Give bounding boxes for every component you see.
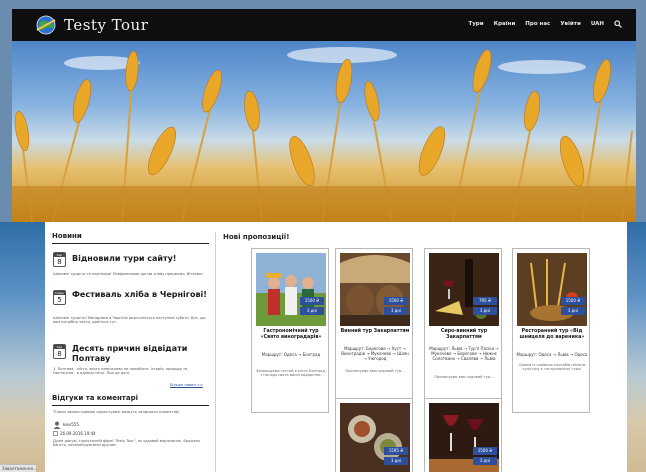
user-icon (53, 421, 61, 429)
tour-card[interactable]: 1500 ₴ 3 дні (424, 398, 502, 472)
background-sea-left (0, 222, 45, 472)
tour-route: Маршрут: Одеса → Болград (261, 352, 321, 357)
news-item[interactable]: Sep 8 Десять причин відвідати Полтаву 1.… (46, 342, 215, 394)
news-title[interactable]: Десять причин відвідати Полтаву (72, 344, 208, 364)
price-badge: 1595 ₴ (384, 447, 408, 455)
tour-card[interactable]: 1500 ₴ 3 дні Гастрономічний тур «Свято в… (251, 248, 329, 413)
tour-title[interactable]: Винний тур Закарпаттям (339, 329, 411, 335)
browser-status-bar: Завантаження... (0, 464, 37, 472)
tour-card[interactable]: 795 ₴ 3 дні Сиро-винний тур Закарпаттям … (424, 248, 502, 413)
reviews-heading: Відгуки та коментарі (52, 394, 138, 402)
logo-text[interactable]: Testy Tour (64, 16, 148, 34)
review-date: 26.09.2016 19:44 (60, 430, 96, 436)
nav-currency[interactable]: UAH (591, 21, 604, 27)
duration-badge: 3 дні (384, 457, 408, 465)
duration-badge: 3 дні (300, 307, 324, 315)
tour-description: Пропонуємо вам чудовий тур... (345, 369, 405, 373)
sidebar: Новини Sep 8 Відновили тури сайту! Шанов… (46, 232, 216, 472)
news-body: Шановні туристи! Мандрівка в Чернігів ро… (53, 316, 206, 325)
tour-title[interactable]: Гастрономічний тур «Свято виноградарів» (255, 329, 327, 340)
tour-description: Запрошуємо гостей в місто Болград, з наг… (256, 369, 326, 378)
reviews-note: Тільки зареєстровані користувачі можуть … (53, 409, 180, 414)
hero-banner-wheat (12, 41, 636, 222)
tour-card[interactable]: 1500 ₴ 3 дні Винний тур Закарпаттям Марш… (335, 248, 413, 413)
tour-card[interactable]: 1595 ₴ 3 дні (335, 398, 413, 472)
nav-login[interactable]: Увійти (560, 21, 581, 27)
offers-heading: Нові пропозиції! (223, 233, 290, 241)
news-item[interactable]: Sep 8 Відновили тури сайту! Шановні тури… (46, 250, 215, 288)
duration-badge: 3 дні (473, 307, 497, 315)
tour-description: Одним із чарівних способів пізнати культ… (518, 363, 586, 372)
news-title[interactable]: Фестиваль хліба в Чернігові! (72, 290, 208, 300)
news-title[interactable]: Відновили тури сайту! (72, 254, 176, 264)
review-text: Дуже дякую, туристичній фірмі "Testy Tou… (53, 438, 201, 447)
background-sea-right (627, 222, 646, 472)
review-date-row: 26.09.2016 19:44 (53, 431, 209, 436)
content-panel: Новини Sep 8 Відновили тури сайту! Шанов… (45, 222, 627, 472)
tour-title[interactable]: Сиро-винний тур Закарпаттям (428, 329, 500, 340)
tour-route: Маршрут: Одеса → Львів → Одеса (516, 352, 588, 357)
calendar-icon: Sep 8 (53, 344, 66, 359)
tour-description: Пропонуємо вам чудовий тур... (434, 375, 494, 379)
price-badge: 1500 ₴ (473, 447, 497, 455)
price-badge: 1500 ₴ (561, 297, 585, 305)
divider (52, 243, 209, 244)
review-author-row: kiev555 (53, 421, 209, 429)
tour-image-winery[interactable] (340, 253, 410, 326)
tour-route: Маршрут: Берегове → Хуст → Виноградів → … (341, 346, 409, 361)
tour-title[interactable]: Ресторанний тур «Від шницеля до вареника… (516, 329, 588, 340)
price-badge: 1500 ₴ (384, 297, 408, 305)
nav-tours[interactable]: Тури (468, 21, 483, 27)
news-body: Шановні туристи та партнери! Повідомляєм… (53, 272, 203, 276)
tour-card[interactable]: 1500 ₴ 3 дні Ресторанний тур «Від шницел… (512, 248, 590, 413)
tour-image-costumes[interactable] (256, 253, 326, 326)
tour-image-harvest[interactable] (517, 253, 587, 326)
tour-route: Маршрут: Львів → Тур'я Пасіка → Мукачево… (429, 346, 499, 361)
calendar-small-icon (53, 430, 58, 436)
price-badge: 1500 ₴ (300, 297, 324, 305)
main-nav: Тури Країни Про нас Увійти UAH (468, 20, 622, 28)
search-icon[interactable] (614, 20, 622, 28)
news-heading: Новини (52, 232, 82, 240)
price-badge: 795 ₴ (473, 297, 497, 305)
site-header: Testy Tour Тури Країни Про нас Увійти UA… (12, 9, 636, 41)
news-body: 1. Полтава - місто, якого неможливо не п… (53, 367, 188, 376)
duration-badge: 3 дні (384, 307, 408, 315)
duration-badge: 3 дні (561, 307, 585, 315)
nav-about[interactable]: Про нас (525, 21, 550, 27)
divider (52, 405, 209, 406)
news-item[interactable]: Травн 5 Фестиваль хліба в Чернігові! Шан… (46, 288, 215, 342)
globe-logo-icon[interactable] (34, 14, 58, 36)
more-news-link[interactable]: Більше новин >> (170, 383, 203, 387)
calendar-icon: Sep 8 (53, 252, 66, 267)
nav-countries[interactable]: Країни (494, 21, 516, 27)
duration-badge: 3 дні (473, 457, 497, 465)
review-author: kiev555 (63, 422, 79, 428)
calendar-icon: Травн 5 (53, 290, 66, 305)
tour-image-cheese-wine[interactable] (429, 253, 499, 326)
